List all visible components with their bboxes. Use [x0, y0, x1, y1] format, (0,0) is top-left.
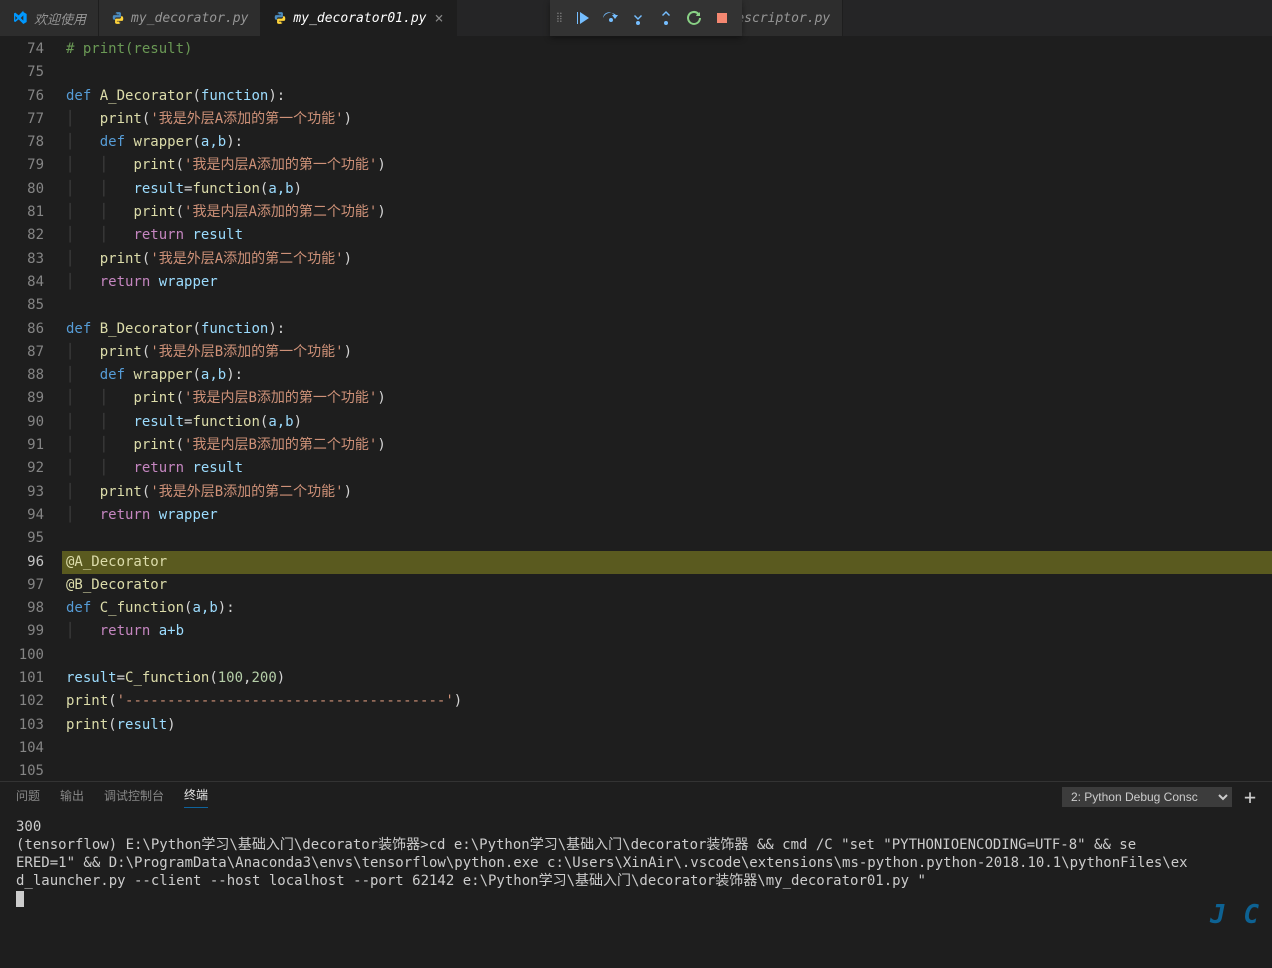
tab-label: 欢迎使用 [34, 9, 86, 28]
terminal-line: (tensorflow) E:\Python学习\基础入门\decorator装… [16, 836, 1256, 854]
close-icon[interactable]: × [434, 9, 443, 27]
new-terminal-button[interactable]: + [1244, 785, 1256, 809]
terminal-cursor [16, 890, 1256, 908]
step-out-button[interactable] [652, 4, 680, 32]
code-area[interactable]: # print(result) def A_Decorator(function… [62, 36, 1272, 781]
stop-button[interactable] [708, 4, 736, 32]
terminal-line: 300 [16, 818, 1256, 836]
terminal-output[interactable]: 300 (tensorflow) E:\Python学习\基础入门\decora… [0, 812, 1272, 914]
watermark: J C [1210, 900, 1260, 930]
vscode-icon [12, 10, 28, 26]
python-icon [111, 11, 125, 25]
drag-grip-icon[interactable]: ⁞⁞ [556, 10, 562, 27]
step-over-button[interactable] [596, 4, 624, 32]
panel-tab-output[interactable]: 输出 [60, 787, 84, 808]
tab-welcome[interactable]: 欢迎使用 [0, 0, 99, 36]
debug-toolbar: ⁞⁞ [550, 0, 742, 36]
current-exec-line: 96 [0, 551, 44, 574]
code-editor[interactable]: 74 75 76 77 78 79 80 81 82 83 84 85 86 8… [0, 36, 1272, 781]
terminal-selector[interactable]: 2: Python Debug Consc [1062, 787, 1232, 807]
bottom-panel: 问题 输出 调试控制台 终端 2: Python Debug Consc + 3… [0, 781, 1272, 968]
tab-my-decorator01[interactable]: my_decorator01.py × [261, 0, 456, 36]
panel-tabs: 问题 输出 调试控制台 终端 2: Python Debug Consc + [0, 782, 1272, 812]
tab-label: descriptor.py [729, 11, 831, 26]
line-gutter: 74 75 76 77 78 79 80 81 82 83 84 85 86 8… [0, 36, 62, 781]
python-icon [273, 11, 287, 25]
panel-tab-terminal[interactable]: 终端 [184, 786, 208, 808]
continue-button[interactable] [568, 4, 596, 32]
panel-tab-debug-console[interactable]: 调试控制台 [104, 787, 164, 808]
tabs-bar: 欢迎使用 my_decorator.py my_decorator01.py ×… [0, 0, 1272, 36]
tab-my-decorator[interactable]: my_decorator.py [99, 0, 261, 36]
tab-label: my_decorator.py [131, 11, 248, 26]
tab-label: my_decorator01.py [293, 11, 426, 26]
terminal-line: ERED=1" && D:\ProgramData\Anaconda3\envs… [16, 854, 1256, 872]
restart-button[interactable] [680, 4, 708, 32]
terminal-line: d_launcher.py --client --host localhost … [16, 872, 1256, 890]
step-into-button[interactable] [624, 4, 652, 32]
panel-tab-problems[interactable]: 问题 [16, 787, 40, 808]
